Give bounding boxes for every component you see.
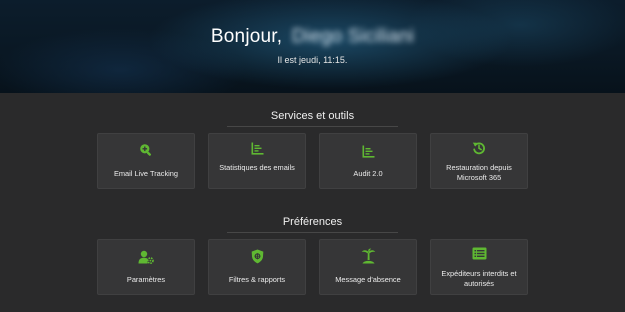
preferences-divider [227, 232, 398, 233]
blocked-allowed-senders-label: Expéditeurs interdits et autorisés [441, 269, 517, 288]
restore-icon [431, 141, 527, 155]
list-icon [431, 247, 527, 260]
shield-icon [209, 249, 305, 264]
date-text: Il est jeudi, 11:15. [277, 55, 348, 65]
restore-microsoft365-label: Restauration depuis Microsoft 365 [446, 163, 512, 182]
blocked-allowed-senders-card[interactable]: Expéditeurs interdits et autorisés [430, 239, 528, 295]
services-divider [227, 126, 398, 127]
audit-label: Audit 2.0 [353, 169, 383, 178]
settings-label: Paramètres [126, 275, 166, 284]
email-statistics-label: Statistiques des emails [219, 163, 295, 172]
out-of-office-label: Message d'absence [335, 275, 401, 284]
hero-banner: Bonjour, Diego Siciliani Il est jeudi, 1… [0, 0, 625, 93]
services-title: Services et outils [270, 110, 355, 122]
user-settings-icon [98, 250, 194, 264]
bar-chart-icon [320, 145, 416, 158]
settings-card[interactable]: Paramètres [97, 239, 195, 295]
preferences-title: Préférences [282, 216, 343, 228]
email-live-tracking-label: Email Live Tracking [113, 169, 179, 178]
restore-microsoft365-card[interactable]: Restauration depuis Microsoft 365 [430, 133, 528, 189]
user-name: Diego Siciliani [291, 26, 415, 47]
email-live-tracking-card[interactable]: Email Live Tracking [97, 133, 195, 189]
out-of-office-card[interactable]: Message d'absence [319, 239, 417, 295]
search-plus-icon [98, 143, 194, 157]
audit-card[interactable]: Audit 2.0 [319, 133, 417, 189]
filters-reports-label: Filtres & rapports [228, 275, 286, 284]
filters-reports-card[interactable]: Filtres & rapports [208, 239, 306, 295]
greeting-text: Bonjour, [210, 26, 283, 47]
email-statistics-card[interactable]: Statistiques des emails [208, 133, 306, 189]
bar-chart-icon [209, 142, 305, 155]
palm-tree-icon [320, 248, 416, 264]
greeting: Bonjour, Diego Siciliani [0, 26, 625, 48]
